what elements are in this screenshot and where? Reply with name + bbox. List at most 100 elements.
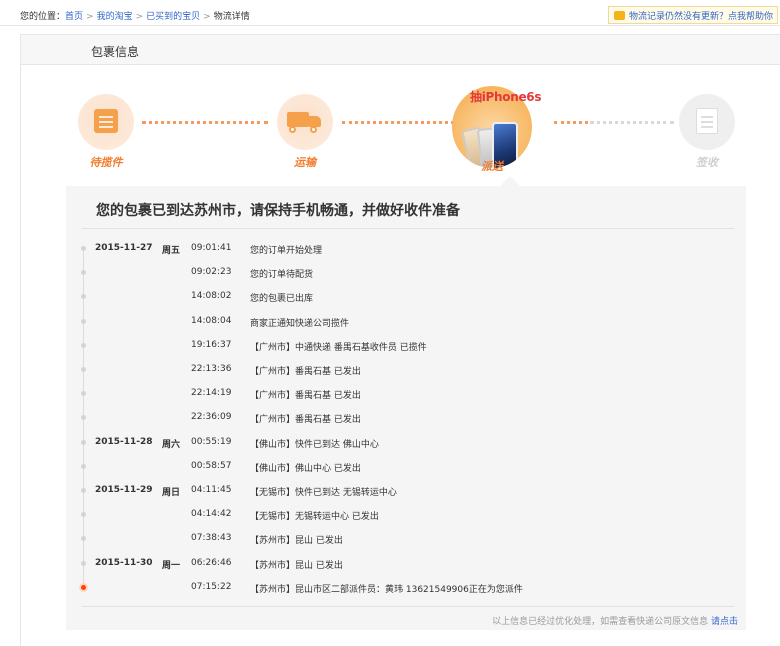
breadcrumb-current: 物流详情	[213, 12, 250, 22]
timeline-row: 09:02:23 您的订单待配货	[66, 267, 746, 281]
timeline-message: 【广州市】番禺石基 已发出	[250, 391, 361, 402]
timeline-time: 07:15:22	[191, 581, 232, 592]
timeline-weekday: 周五	[162, 246, 181, 256]
timeline-time: 14:08:04	[191, 315, 232, 326]
step-label: 运输	[294, 156, 316, 169]
timeline-row: 2015-11-29 周日 04:11:45 【无锡市】快件已到达 无锡转运中心	[66, 485, 746, 499]
timeline-row: 22:14:19 【广州市】番禺石基 已发出	[66, 388, 746, 402]
timeline-row: 19:16:37 【广州市】中通快递 番禺石基收件员 已揽件	[66, 340, 746, 354]
timeline-time: 04:14:42	[191, 509, 232, 520]
timeline-time: 14:08:02	[191, 291, 232, 302]
timeline-date: 2015-11-30	[95, 557, 153, 568]
timeline-row: 22:36:09 【广州市】番禺石基 已发出	[66, 412, 746, 426]
timeline-message: 【苏州市】昆山 已发出	[250, 536, 343, 547]
timeline-message: 【无锡市】快件已到达 无锡转运中心	[250, 488, 397, 498]
timeline-time: 00:58:57	[191, 460, 232, 471]
timeline-time: 19:16:37	[191, 339, 232, 350]
timeline-time: 07:38:43	[191, 533, 232, 544]
wheel-icon	[310, 126, 317, 133]
timeline-time: 09:02:23	[191, 267, 232, 278]
timeline-row: 2015-11-30 周一 06:26:46 【苏州市】昆山 已发出	[66, 558, 746, 572]
timeline-dot	[81, 270, 86, 276]
logistics-panel: 您的包裹已到达苏州市，请保持手机畅通，并做好收件准备 2015-11-27 周五 0…	[66, 186, 746, 630]
timeline-message: 您的订单待配货	[250, 270, 314, 281]
timeline-dot	[81, 367, 86, 372]
timeline-row: 2015-11-28 周六 00:55:19 【佛山市】快件已到达 佛山中心	[66, 437, 746, 451]
step-label: 待揽件	[89, 156, 123, 169]
promo-text: 抽iPhone6s	[470, 90, 542, 104]
card-title: 包裹信息	[91, 45, 140, 59]
step-transit: 运输	[275, 94, 335, 170]
breadcrumb-home-link[interactable]: 首页	[65, 12, 83, 22]
timeline-message: 【苏州市】昆山市区二部派件员：黄玮 13621549906正在为您派件	[250, 584, 523, 595]
divider	[82, 228, 734, 229]
breadcrumb-prefix: 您的位置：	[20, 12, 66, 22]
timeline-time: 00:55:19	[191, 436, 232, 447]
timeline-dot	[81, 560, 86, 566]
delivery-status-headline: 您的包裹已到达苏州市，请保持手机畅通，并做好收件准备	[96, 203, 460, 219]
timeline-time: 22:14:19	[191, 388, 232, 399]
timeline-dot	[81, 318, 86, 324]
timeline-row: 14:08:02 您的包裹已出库	[66, 291, 746, 305]
timeline-message: 【佛山市】佛山中心 已发出	[250, 463, 361, 474]
step-label: 签收	[696, 156, 718, 169]
original-info-link[interactable]: 请点击	[711, 617, 738, 627]
step-label: 派送	[481, 160, 503, 173]
step-signed: 签收	[677, 94, 737, 170]
timeline-dot	[81, 246, 86, 251]
progress-connector-pending	[590, 121, 674, 124]
timeline-weekday: 周一	[162, 560, 181, 571]
timeline-message: 商家正通知快递公司揽件	[250, 318, 350, 329]
timeline-dot	[81, 439, 86, 445]
top-bar: 您的位置：首页 > 我的淘宝 > 已买到的宝贝 > 物流详情 物流记录仍然没有更新？点我帮助…	[0, 0, 780, 26]
timeline-time: 09:01:41	[191, 243, 232, 253]
panel-pointer	[500, 176, 520, 186]
signed-document-icon	[696, 108, 718, 134]
timeline-date: 2015-11-28	[95, 436, 153, 447]
timeline-time: 06:26:46	[191, 557, 232, 568]
timeline-message: 【佛山市】快件已到达 佛山中心	[250, 439, 379, 450]
timeline-date: 2015-11-29	[95, 485, 153, 495]
timeline-dot	[81, 463, 86, 469]
timeline-weekday: 周六	[162, 439, 181, 450]
progress-connector	[142, 121, 268, 124]
breadcrumb-purchased-link[interactable]: 已买到的宝贝	[146, 12, 200, 22]
timeline-latest-dot	[81, 584, 86, 590]
step-delivery: 派送	[462, 154, 522, 174]
timeline-row: 07:15:22 【苏州市】昆山市区二部派件员：黄玮 13621549906正在为…	[66, 582, 746, 596]
timeline-time: 04:11:45	[191, 485, 232, 495]
timeline-message: 【苏州市】昆山 已发出	[250, 560, 343, 571]
logistics-help-link[interactable]: 物流记录仍然没有更新？点我帮助你	[607, 6, 778, 24]
breadcrumb-separator: >	[86, 12, 94, 22]
timeline-message: 您的订单开始处理	[250, 246, 323, 256]
timeline-dot	[81, 488, 86, 493]
package-box-icon	[94, 109, 118, 133]
breadcrumb-my-taobao-link[interactable]: 我的淘宝	[97, 12, 133, 22]
breadcrumb-separator: >	[203, 12, 211, 22]
timeline-dot	[81, 342, 86, 348]
timeline-time: 22:36:09	[191, 412, 232, 423]
breadcrumb-separator: >	[135, 12, 144, 22]
chat-bubble-icon	[613, 10, 625, 20]
timeline-message: 【无锡市】无锡转运中心 已发出	[250, 512, 379, 523]
progress-connector	[554, 121, 588, 124]
timeline-dot	[81, 536, 86, 542]
timeline-date: 2015-11-27	[95, 243, 153, 253]
footer-note: 以上信息已经过优化处理，如需查看快递公司原文信息 请点击	[492, 614, 738, 627]
step-circle	[277, 94, 333, 150]
timeline-time: 22:13:36	[191, 364, 232, 374]
timeline-dot	[81, 294, 86, 300]
timeline-message: 【广州市】番禺石基 已发出	[250, 415, 361, 426]
step-awaiting-pickup: 待揽件	[76, 94, 136, 170]
divider	[82, 606, 734, 607]
timeline-dot	[81, 415, 86, 421]
step-circle	[78, 94, 134, 150]
timeline-message: 【广州市】中通快递 番禺石基收件员 已揽件	[250, 342, 427, 353]
timeline-row: 22:13:36 【广州市】番禺石基 已发出	[66, 364, 746, 378]
timeline-row: 00:58:57 【佛山市】佛山中心 已发出	[66, 461, 746, 475]
step-circle	[679, 94, 735, 150]
timeline-weekday: 周日	[162, 488, 181, 498]
timeline-message: 您的包裹已出库	[250, 294, 314, 305]
wheel-icon	[289, 126, 296, 133]
footer-note-text: 以上信息已经过优化处理，如需查看快递公司原文信息	[492, 617, 709, 627]
